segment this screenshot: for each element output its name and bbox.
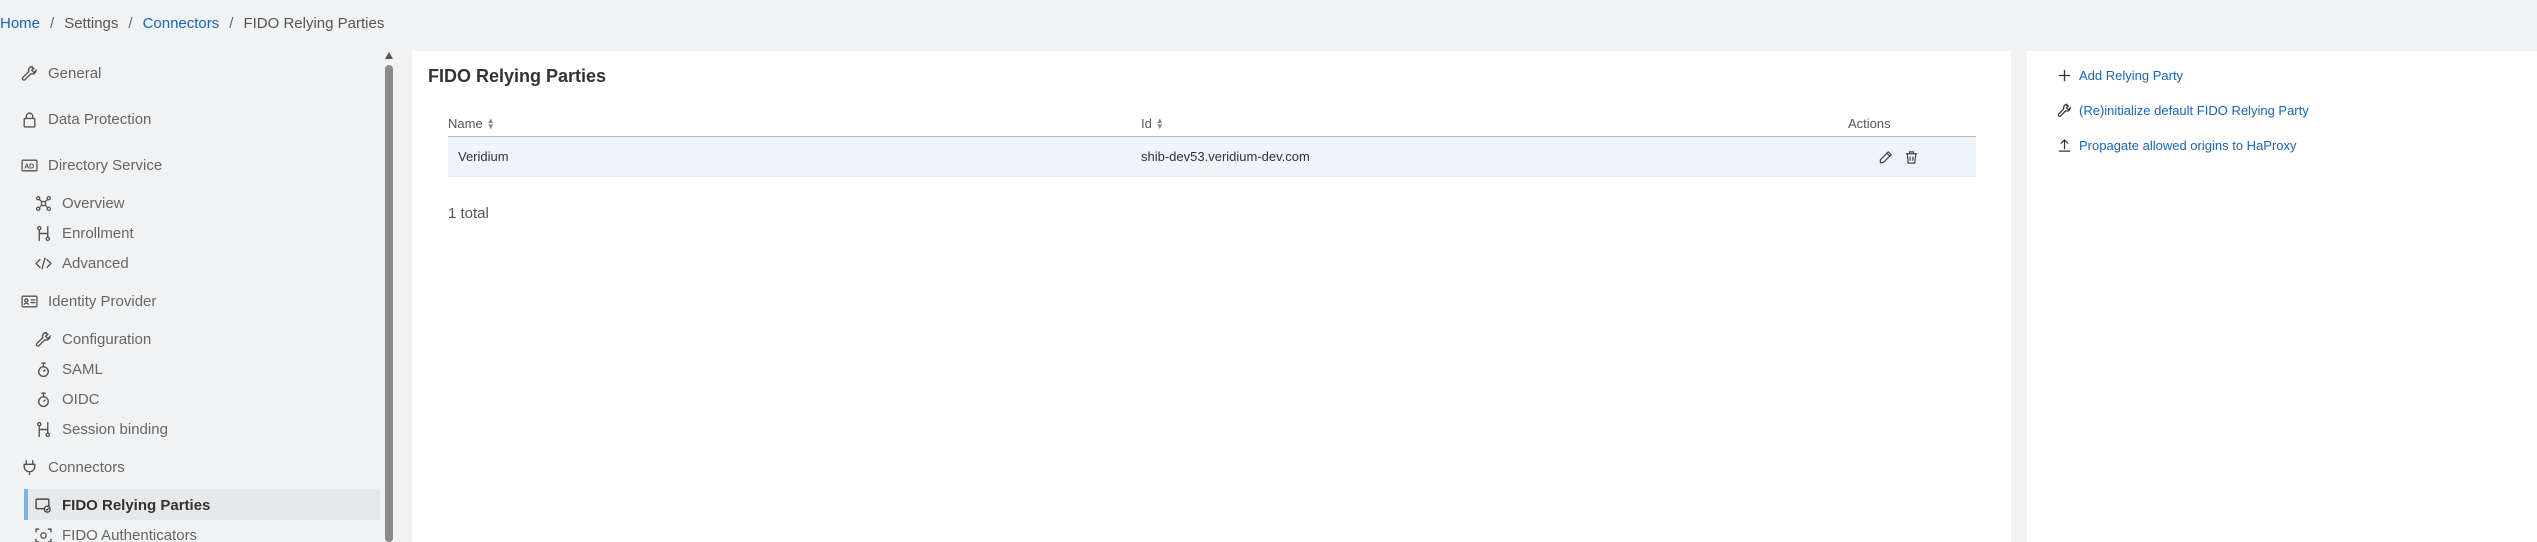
total-count: 1 total <box>448 205 489 222</box>
sidebar-item-identity-provider[interactable]: Identity Provider <box>20 289 156 313</box>
sidebar-item-connectors[interactable]: Connectors <box>20 455 125 479</box>
add-relying-party-link[interactable]: Add Relying Party <box>2055 66 2183 84</box>
breadcrumb-separator: / <box>229 14 234 32</box>
breadcrumb-home[interactable]: Home <box>0 15 40 32</box>
actions-panel: Add Relying Party (Re)initialize default… <box>2027 51 2537 542</box>
authenticator-icon <box>34 526 52 542</box>
column-header-label: Id <box>1141 116 1152 131</box>
table-header: Name ▲ ▼ Id ▲ ▼ Actions <box>448 113 1976 137</box>
scroll-up-arrow-icon[interactable] <box>385 52 393 59</box>
column-header-label: Actions <box>1848 116 1891 131</box>
sidebar-item-overview[interactable]: Overview <box>34 191 125 215</box>
relying-parties-table: Name ▲ ▼ Id ▲ ▼ Actions Veridium shib-dev5… <box>448 113 1976 177</box>
protocol-icon <box>34 360 52 378</box>
page-title: FIDO Relying Parties <box>428 66 607 86</box>
breadcrumb: Home / Settings / Connectors / FIDO Rely… <box>0 13 384 33</box>
sidebar-item-label: Directory Service <box>48 156 163 174</box>
row-actions <box>1876 148 1920 166</box>
wrench-icon <box>34 330 52 348</box>
sort-icon: ▲ ▼ <box>486 115 495 131</box>
workflow-icon <box>34 224 52 242</box>
column-header-actions: Actions <box>1848 116 1891 131</box>
wrench-icon <box>2055 101 2073 119</box>
cell-id: shib-dev53.veridium-dev.com <box>1141 149 1310 164</box>
sidebar-item-label: Session binding <box>62 420 168 438</box>
scrollbar-thumb[interactable] <box>385 65 393 542</box>
breadcrumb-connectors[interactable]: Connectors <box>143 15 220 32</box>
sidebar-item-oidc[interactable]: OIDC <box>34 387 100 411</box>
sidebar: General Data Protection AD Directory Ser… <box>0 50 380 542</box>
sidebar-item-configuration[interactable]: Configuration <box>34 327 151 351</box>
breadcrumb-separator: / <box>128 14 133 32</box>
action-link-label: Add Relying Party <box>2079 67 2184 83</box>
delete-trash-icon[interactable] <box>1902 148 1920 166</box>
sidebar-item-label: General <box>48 64 102 82</box>
upload-icon <box>2055 136 2073 154</box>
network-icon <box>34 194 52 212</box>
ad-icon: AD <box>20 156 38 174</box>
relying-party-icon <box>34 496 52 514</box>
sidebar-item-data-protection[interactable]: Data Protection <box>20 107 151 131</box>
main-panel: FIDO Relying Parties Name ▲ ▼ Id ▲ ▼ Actio… <box>412 51 2011 542</box>
edit-pencil-icon[interactable] <box>1876 148 1894 166</box>
sidebar-scrollbar[interactable] <box>384 50 394 542</box>
sidebar-active-indicator <box>24 489 28 520</box>
wrench-icon <box>20 64 38 82</box>
cell-name: Veridium <box>458 149 509 164</box>
sidebar-item-label: Enrollment <box>62 224 134 242</box>
breadcrumb-settings: Settings <box>64 14 119 32</box>
id-card-icon <box>20 292 38 310</box>
sidebar-item-advanced[interactable]: Advanced <box>34 251 129 275</box>
breadcrumb-separator: / <box>50 14 55 32</box>
sidebar-item-label: Configuration <box>62 330 152 348</box>
svg-text:AD: AD <box>24 163 34 170</box>
sort-icon: ▲ ▼ <box>1155 115 1164 131</box>
action-link-label: (Re)initialize default FIDO Relying Part… <box>2079 102 2309 118</box>
sidebar-item-label: FIDO Authenticators <box>62 526 198 542</box>
sidebar-item-general[interactable]: General <box>20 61 101 85</box>
sidebar-item-label: Connectors <box>48 458 125 476</box>
code-icon <box>34 254 52 272</box>
table-row[interactable]: Veridium shib-dev53.veridium-dev.com <box>448 137 1976 177</box>
sidebar-item-label: OIDC <box>62 390 100 408</box>
breadcrumb-current: FIDO Relying Parties <box>243 14 385 32</box>
workflow-icon <box>34 420 52 438</box>
sidebar-item-label: SAML <box>62 360 103 378</box>
plug-icon <box>20 458 38 476</box>
propagate-origins-link[interactable]: Propagate allowed origins to HaProxy <box>2055 136 2297 154</box>
column-header-name[interactable]: Name ▲ ▼ <box>448 116 495 131</box>
sidebar-item-enrollment[interactable]: Enrollment <box>34 221 134 245</box>
sidebar-item-fido-authenticators[interactable]: FIDO Authenticators <box>34 523 197 542</box>
column-header-label: Name <box>448 116 483 131</box>
sidebar-item-session-binding[interactable]: Session binding <box>34 417 168 441</box>
sidebar-item-label: Overview <box>62 194 125 212</box>
sidebar-item-saml[interactable]: SAML <box>34 357 103 381</box>
sidebar-item-directory-service[interactable]: AD Directory Service <box>20 153 162 177</box>
sidebar-item-label: Identity Provider <box>48 292 157 310</box>
protocol-icon <box>34 390 52 408</box>
plus-icon <box>2055 66 2073 84</box>
sidebar-item-label: Data Protection <box>48 110 152 128</box>
lock-icon <box>20 110 38 128</box>
reinitialize-default-link[interactable]: (Re)initialize default FIDO Relying Part… <box>2055 101 2309 119</box>
action-link-label: Propagate allowed origins to HaProxy <box>2079 137 2297 153</box>
sidebar-item-label: Advanced <box>62 254 129 272</box>
sidebar-item-label: FIDO Relying Parties <box>62 496 211 514</box>
column-header-id[interactable]: Id ▲ ▼ <box>1141 116 1164 131</box>
sidebar-item-fido-relying-parties[interactable]: FIDO Relying Parties <box>34 493 210 517</box>
